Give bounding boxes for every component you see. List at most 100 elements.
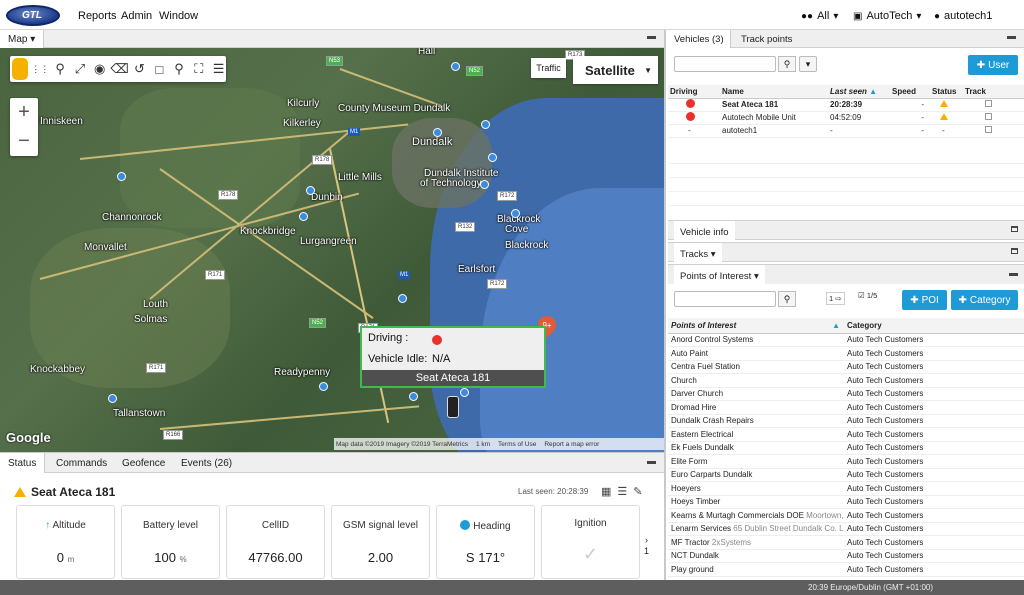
col-status[interactable]: Status bbox=[930, 85, 963, 99]
poi-pin[interactable] bbox=[460, 388, 469, 397]
minimize-icon[interactable] bbox=[1007, 36, 1016, 39]
eraser-icon[interactable]: ⌫ bbox=[110, 61, 128, 77]
company-dropdown[interactable]: ▣ AutoTech ▾ bbox=[853, 10, 921, 22]
vehicle-search-input[interactable] bbox=[674, 56, 776, 72]
section-vehicle-info[interactable]: Vehicle info bbox=[668, 220, 1024, 240]
poi-search-button[interactable]: ⚲ bbox=[778, 291, 796, 307]
zoom-in-button[interactable]: + bbox=[10, 98, 38, 127]
minimize-icon[interactable] bbox=[1009, 273, 1018, 276]
report-error-link[interactable]: Report a map error bbox=[544, 441, 599, 448]
col-last-seen[interactable]: Last seen ▲ bbox=[828, 85, 890, 99]
poi-pin[interactable] bbox=[409, 392, 418, 401]
section-points-of-interest[interactable]: Points of Interest ▾ bbox=[668, 264, 1024, 284]
table-row[interactable]: NCT Dundalk Auto Tech Customers bbox=[668, 549, 1024, 563]
poi-pin[interactable] bbox=[488, 153, 497, 162]
col-speed[interactable]: Speed bbox=[890, 85, 930, 99]
restore-icon[interactable] bbox=[1011, 248, 1018, 254]
poi-pin[interactable] bbox=[481, 120, 490, 129]
table-row[interactable]: MF Tractor 2xSystems Auto Tech Customers bbox=[668, 535, 1024, 550]
zoom-in-tool-icon[interactable]: ⚲ bbox=[53, 61, 68, 77]
col-poi-name[interactable]: Points of Interest ▲ bbox=[668, 318, 844, 334]
track-checkbox[interactable] bbox=[985, 100, 992, 107]
poi-pin[interactable] bbox=[480, 180, 489, 189]
map-canvas[interactable]: Hall Kilcurly County Museum Dundalk Kilk… bbox=[0, 48, 664, 452]
zoom-out-button[interactable]: − bbox=[10, 127, 38, 156]
menu-window[interactable]: Window bbox=[159, 10, 198, 22]
table-row[interactable]: Hoeyers Auto Tech Customers bbox=[668, 481, 1024, 496]
menu-reports[interactable]: Reports bbox=[78, 10, 117, 22]
table-row[interactable]: Church Auto Tech Customers bbox=[668, 373, 1024, 388]
table-row[interactable]: Kearns & Murtagh Commercials DOE Moortow… bbox=[668, 508, 1024, 523]
track-checkbox[interactable] bbox=[985, 113, 992, 120]
table-row[interactable]: - autotech1 - - - bbox=[668, 124, 1024, 138]
poi-pin[interactable] bbox=[306, 186, 315, 195]
table-row[interactable]: Play ground Auto Tech Customers bbox=[668, 562, 1024, 577]
table-row[interactable]: Anord Control Systems Auto Tech Customers bbox=[668, 333, 1024, 347]
edit-icon[interactable]: ✎ bbox=[633, 485, 642, 498]
add-user-button[interactable]: ✚ User bbox=[968, 55, 1018, 75]
table-row[interactable]: Autotech Mobile Unit 04:52:09 - bbox=[668, 111, 1024, 125]
tab-map[interactable]: Map ▾ bbox=[0, 30, 45, 48]
select-area-icon[interactable]: □ bbox=[152, 62, 167, 77]
col-track[interactable]: Track bbox=[963, 85, 1024, 99]
minimize-icon[interactable] bbox=[647, 461, 656, 464]
table-row[interactable]: Elite Form Auto Tech Customers bbox=[668, 454, 1024, 469]
undo-icon[interactable]: ↺ bbox=[132, 61, 147, 77]
add-poi-button[interactable]: ✚ POI bbox=[902, 290, 947, 310]
vehicle-popup[interactable]: Driving : Vehicle Idle: N/A Seat Ateca 1… bbox=[360, 326, 546, 388]
table-row[interactable]: Darver Church Auto Tech Customers bbox=[668, 387, 1024, 401]
tab-commands[interactable]: Commands bbox=[48, 453, 115, 473]
poi-pin[interactable] bbox=[117, 172, 126, 181]
filter-all-dropdown[interactable]: ●● All ▾ bbox=[801, 10, 838, 22]
user-menu[interactable]: ● autotech1 bbox=[934, 10, 992, 22]
fullscreen-icon[interactable]: ⛶ bbox=[191, 61, 206, 77]
layers-icon[interactable]: ☰ bbox=[211, 61, 226, 77]
map-type-select[interactable]: Satellite ▼ bbox=[573, 56, 658, 84]
poi-pin[interactable] bbox=[511, 209, 520, 218]
search-icon[interactable]: ⚲ bbox=[172, 61, 187, 77]
list-view-icon[interactable]: ☰ bbox=[617, 485, 627, 498]
col-category[interactable]: Category bbox=[844, 318, 1024, 334]
section-tracks[interactable]: Tracks ▾ bbox=[668, 242, 1024, 262]
track-checkbox[interactable] bbox=[985, 126, 992, 133]
search-button[interactable]: ⚲ bbox=[778, 56, 796, 72]
restore-icon[interactable] bbox=[1011, 226, 1018, 232]
table-row[interactable]: Hoeys Timber Auto Tech Customers bbox=[668, 495, 1024, 509]
menu-admin[interactable]: Admin bbox=[121, 10, 152, 22]
add-category-button[interactable]: ✚ Category bbox=[951, 290, 1018, 310]
col-name[interactable]: Name bbox=[720, 85, 828, 99]
poi-pin[interactable] bbox=[398, 294, 407, 303]
table-row[interactable]: Auto Paint Auto Tech Customers bbox=[668, 346, 1024, 361]
col-driving[interactable]: Driving bbox=[668, 85, 720, 99]
table-row[interactable]: Dromad Hire Auto Tech Customers bbox=[668, 400, 1024, 415]
poi-pin[interactable] bbox=[299, 212, 308, 221]
terms-link[interactable]: Terms of Use bbox=[498, 441, 536, 448]
cards-next-pager[interactable]: › 1 bbox=[644, 535, 649, 557]
tab-geofence[interactable]: Geofence bbox=[114, 453, 173, 473]
poi-pin[interactable] bbox=[319, 382, 328, 391]
poi-search-input[interactable] bbox=[674, 291, 776, 307]
minimize-icon[interactable] bbox=[647, 36, 656, 39]
app-logo[interactable]: GTL bbox=[6, 5, 60, 26]
poi-pin[interactable] bbox=[108, 394, 117, 403]
tab-track-points[interactable]: Track points bbox=[735, 30, 798, 48]
table-row[interactable]: Dundalk Crash Repairs Auto Tech Customers bbox=[668, 414, 1024, 428]
filter-dropdown[interactable]: ▾ bbox=[799, 56, 817, 72]
drag-handle-icon[interactable]: ⋮⋮ bbox=[31, 62, 49, 77]
poi-pin[interactable] bbox=[451, 62, 460, 71]
page-selector[interactable]: 1 ⇨ bbox=[826, 292, 845, 305]
traffic-button[interactable]: Traffic bbox=[531, 58, 566, 78]
table-row[interactable]: Centra Fuel Station Auto Tech Customers bbox=[668, 360, 1024, 374]
table-row[interactable]: Ek Fuels Dundalk Auto Tech Customers bbox=[668, 441, 1024, 455]
tab-status[interactable]: Status bbox=[0, 453, 46, 473]
poi-pin[interactable] bbox=[433, 128, 442, 137]
street-view-pegman-icon[interactable] bbox=[12, 58, 28, 80]
tab-vehicles[interactable]: Vehicles (3) bbox=[668, 30, 731, 48]
grid-view-icon[interactable]: ▦ bbox=[601, 485, 611, 498]
table-row[interactable]: Seat Ateca 181 20:28:39 - bbox=[668, 98, 1024, 112]
table-row[interactable]: Euro Carparts Dundalk Auto Tech Customers bbox=[668, 468, 1024, 482]
location-pin-icon[interactable]: ◉ bbox=[92, 61, 107, 77]
vehicle-marker[interactable] bbox=[447, 396, 459, 418]
table-row[interactable]: Lenarm Services 65 Dublin Street Dundalk… bbox=[668, 522, 1024, 536]
fit-bounds-icon[interactable]: ⤢ bbox=[73, 61, 88, 77]
